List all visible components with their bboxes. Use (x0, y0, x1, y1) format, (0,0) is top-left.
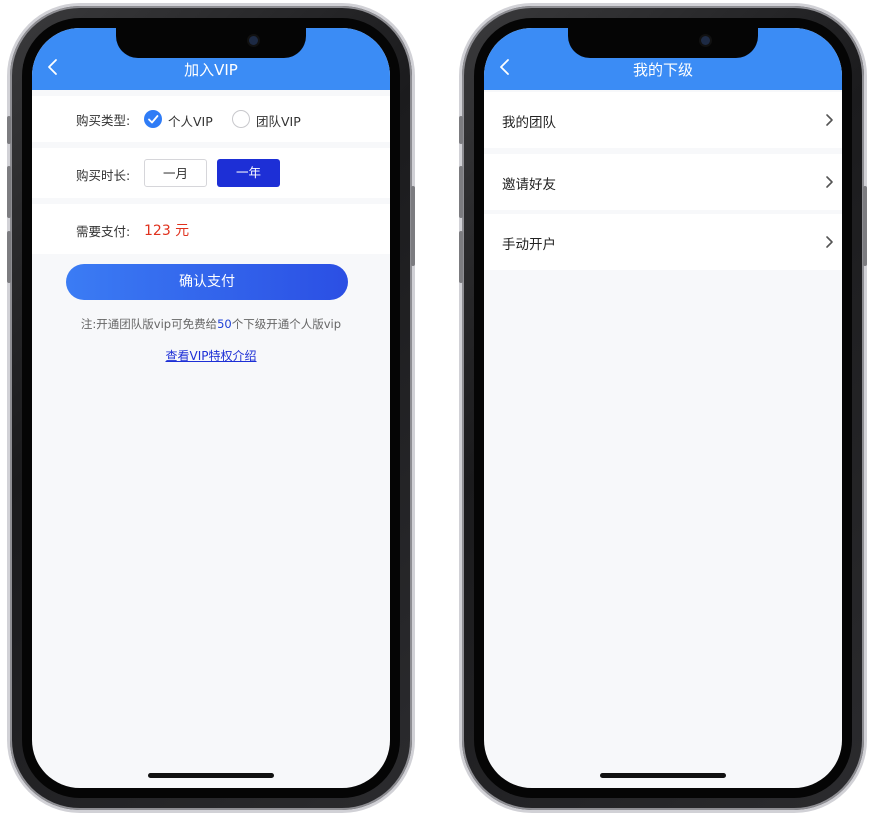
screen-my-subordinates: 我的下级 我的团队 邀请好友 手动开户 (484, 28, 842, 788)
list-item-label: 我的团队 (502, 115, 556, 131)
purchase-type-row: 购买类型: 个人VIP 团队VIP (32, 96, 390, 142)
mute-switch (459, 116, 463, 144)
radio-team-vip[interactable] (232, 110, 250, 128)
payment-label: 需要支付: (76, 224, 131, 239)
note-prefix: 注:开通团队版vip可免费给 (80, 317, 218, 331)
duration-label: 购买时长: (76, 168, 131, 183)
note-count: 50 (217, 317, 232, 331)
join-vip-content: 购买类型: 个人VIP 团队VIP 购买时长: 一月 一年 需要支付: 123 … (32, 90, 390, 788)
home-indicator[interactable] (600, 773, 726, 778)
page-title: 加入VIP (184, 61, 238, 79)
screenshot-stage: 加入VIP 购买类型: 个人VIP 团队VIP 购买时长: 一月 一年 需要支付… (0, 0, 876, 813)
list-item-manual-account[interactable]: 手动开户 (484, 214, 842, 270)
volume-up-button (7, 166, 11, 218)
payment-row: 需要支付: 123 元 (32, 204, 390, 254)
power-button (411, 186, 415, 266)
duration-row: 购买时长: 一月 一年 (32, 148, 390, 198)
volume-down-button (459, 231, 463, 283)
radio-team-vip-label[interactable]: 团队VIP (256, 111, 301, 130)
radio-personal-vip-label[interactable]: 个人VIP (168, 111, 213, 130)
phone-frame-left: 加入VIP 购买类型: 个人VIP 团队VIP 购买时长: 一月 一年 需要支付… (7, 6, 415, 810)
check-icon (148, 115, 159, 124)
screen-join-vip: 加入VIP 购买类型: 个人VIP 团队VIP 购买时长: 一月 一年 需要支付… (32, 28, 390, 788)
camera-icon (701, 36, 710, 45)
volume-down-button (7, 231, 11, 283)
camera-icon (249, 36, 258, 45)
list-item-label: 邀请好友 (502, 177, 556, 193)
chevron-right-icon (826, 114, 833, 126)
notch (568, 28, 758, 58)
duration-one-year-button[interactable]: 一年 (217, 159, 280, 187)
power-button (863, 186, 867, 266)
purchase-type-label: 购买类型: (76, 113, 131, 128)
note-suffix: 个下级开通个人版vip (231, 317, 342, 331)
duration-one-month-button[interactable]: 一月 (144, 159, 207, 187)
radio-personal-vip[interactable] (144, 110, 162, 128)
list-item-label: 手动开户 (502, 237, 556, 253)
volume-up-button (459, 166, 463, 218)
team-vip-note: 注:开通团队版vip可免费给50个下级开通个人版vip (32, 316, 390, 332)
payment-amount: 123 元 (144, 223, 190, 239)
phone-frame-right: 我的下级 我的团队 邀请好友 手动开户 (459, 6, 867, 810)
list-item-invite-friends[interactable]: 邀请好友 (484, 154, 842, 210)
subordinates-list: 我的团队 邀请好友 手动开户 (484, 90, 842, 788)
notch (116, 28, 306, 58)
page-title: 我的下级 (632, 61, 693, 79)
list-item-my-team[interactable]: 我的团队 (484, 92, 842, 148)
confirm-payment-button[interactable]: 确认支付 (66, 264, 348, 300)
vip-privilege-link[interactable]: 查看VIP特权介绍 (32, 347, 390, 364)
mute-switch (7, 116, 11, 144)
home-indicator[interactable] (148, 773, 274, 778)
chevron-right-icon (826, 176, 833, 188)
chevron-right-icon (826, 236, 833, 248)
